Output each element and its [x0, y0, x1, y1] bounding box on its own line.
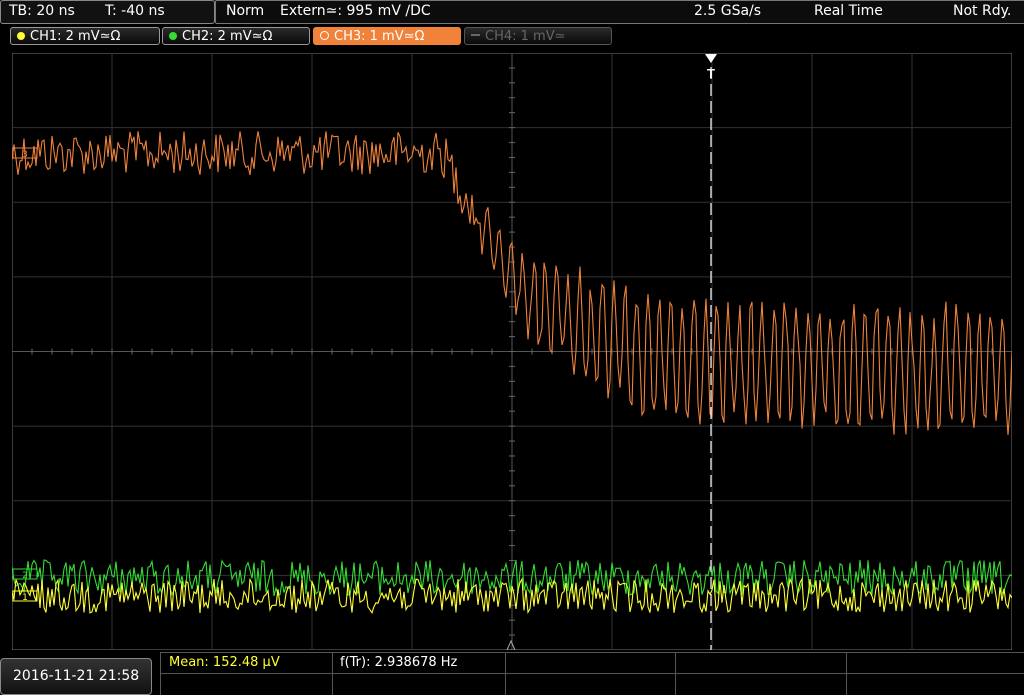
ch3-dot-icon	[320, 31, 329, 40]
timebase-value: TB: 20 ns	[9, 3, 75, 19]
divider	[332, 652, 333, 695]
ch1-label: CH1: 2 mV≃Ω	[30, 29, 121, 44]
datetime-display: 2016-11-21 21:58	[0, 658, 152, 695]
acquisition-mode: Real Time	[814, 3, 883, 19]
divider	[160, 652, 161, 695]
channel-1-button[interactable]: CH1: 2 mV≃Ω	[10, 27, 160, 45]
sample-rate: 2.5 GSa/s	[694, 3, 762, 19]
channel-4-button[interactable]: CH4: 1 mV≃	[464, 27, 612, 45]
channel-3-button[interactable]: CH3: 1 mV≃Ω	[313, 27, 461, 45]
divider	[846, 652, 847, 695]
ch3-label: CH3: 1 mV≃Ω	[334, 29, 425, 44]
ch4-label: CH4: 1 mV≃	[485, 29, 566, 44]
trigger-box[interactable]: Norm Extern≃: 995 mV ∕DC 2.5 GSa/s Real …	[215, 0, 1024, 24]
divider	[675, 652, 676, 695]
mean-measurement[interactable]: Mean: 152.48 µV	[169, 652, 280, 673]
timebase-box[interactable]: TB: 20 ns T: -40 ns	[0, 0, 215, 24]
trigger-marker-label: T	[707, 66, 715, 81]
divider	[160, 673, 1024, 674]
trigger-time-value: T: -40 ns	[105, 3, 165, 19]
status-bar: TB: 20 ns T: -40 ns Norm Extern≃: 995 mV…	[0, 0, 1024, 24]
ch1-dot-icon	[17, 32, 25, 40]
channel-bar: CH1: 2 mV≃Ω CH2: 2 mV≃Ω CH3: 1 mV≃Ω CH4:…	[0, 25, 1024, 49]
divider	[505, 652, 506, 695]
ch2-dot-icon	[169, 32, 177, 40]
channel-2-button[interactable]: CH2: 2 mV≃Ω	[162, 27, 310, 45]
ch1-marker-label: 1	[22, 593, 28, 603]
divider	[160, 652, 1024, 653]
ch2-marker-label: 2	[22, 571, 28, 581]
frequency-measurement[interactable]: f(Tr): 2.938678 Hz	[340, 652, 457, 673]
ch4-off-icon	[471, 34, 480, 36]
trigger-source: Extern≃: 995 mV ∕DC	[280, 3, 431, 19]
run-status: Not Rdy.	[953, 3, 1012, 19]
ch3-marker-label: 3	[22, 150, 28, 160]
ch2-label: CH2: 2 mV≃Ω	[182, 29, 273, 44]
waveform-display[interactable]: T 3 2 1	[12, 53, 1012, 650]
trigger-mode: Norm	[226, 3, 265, 19]
